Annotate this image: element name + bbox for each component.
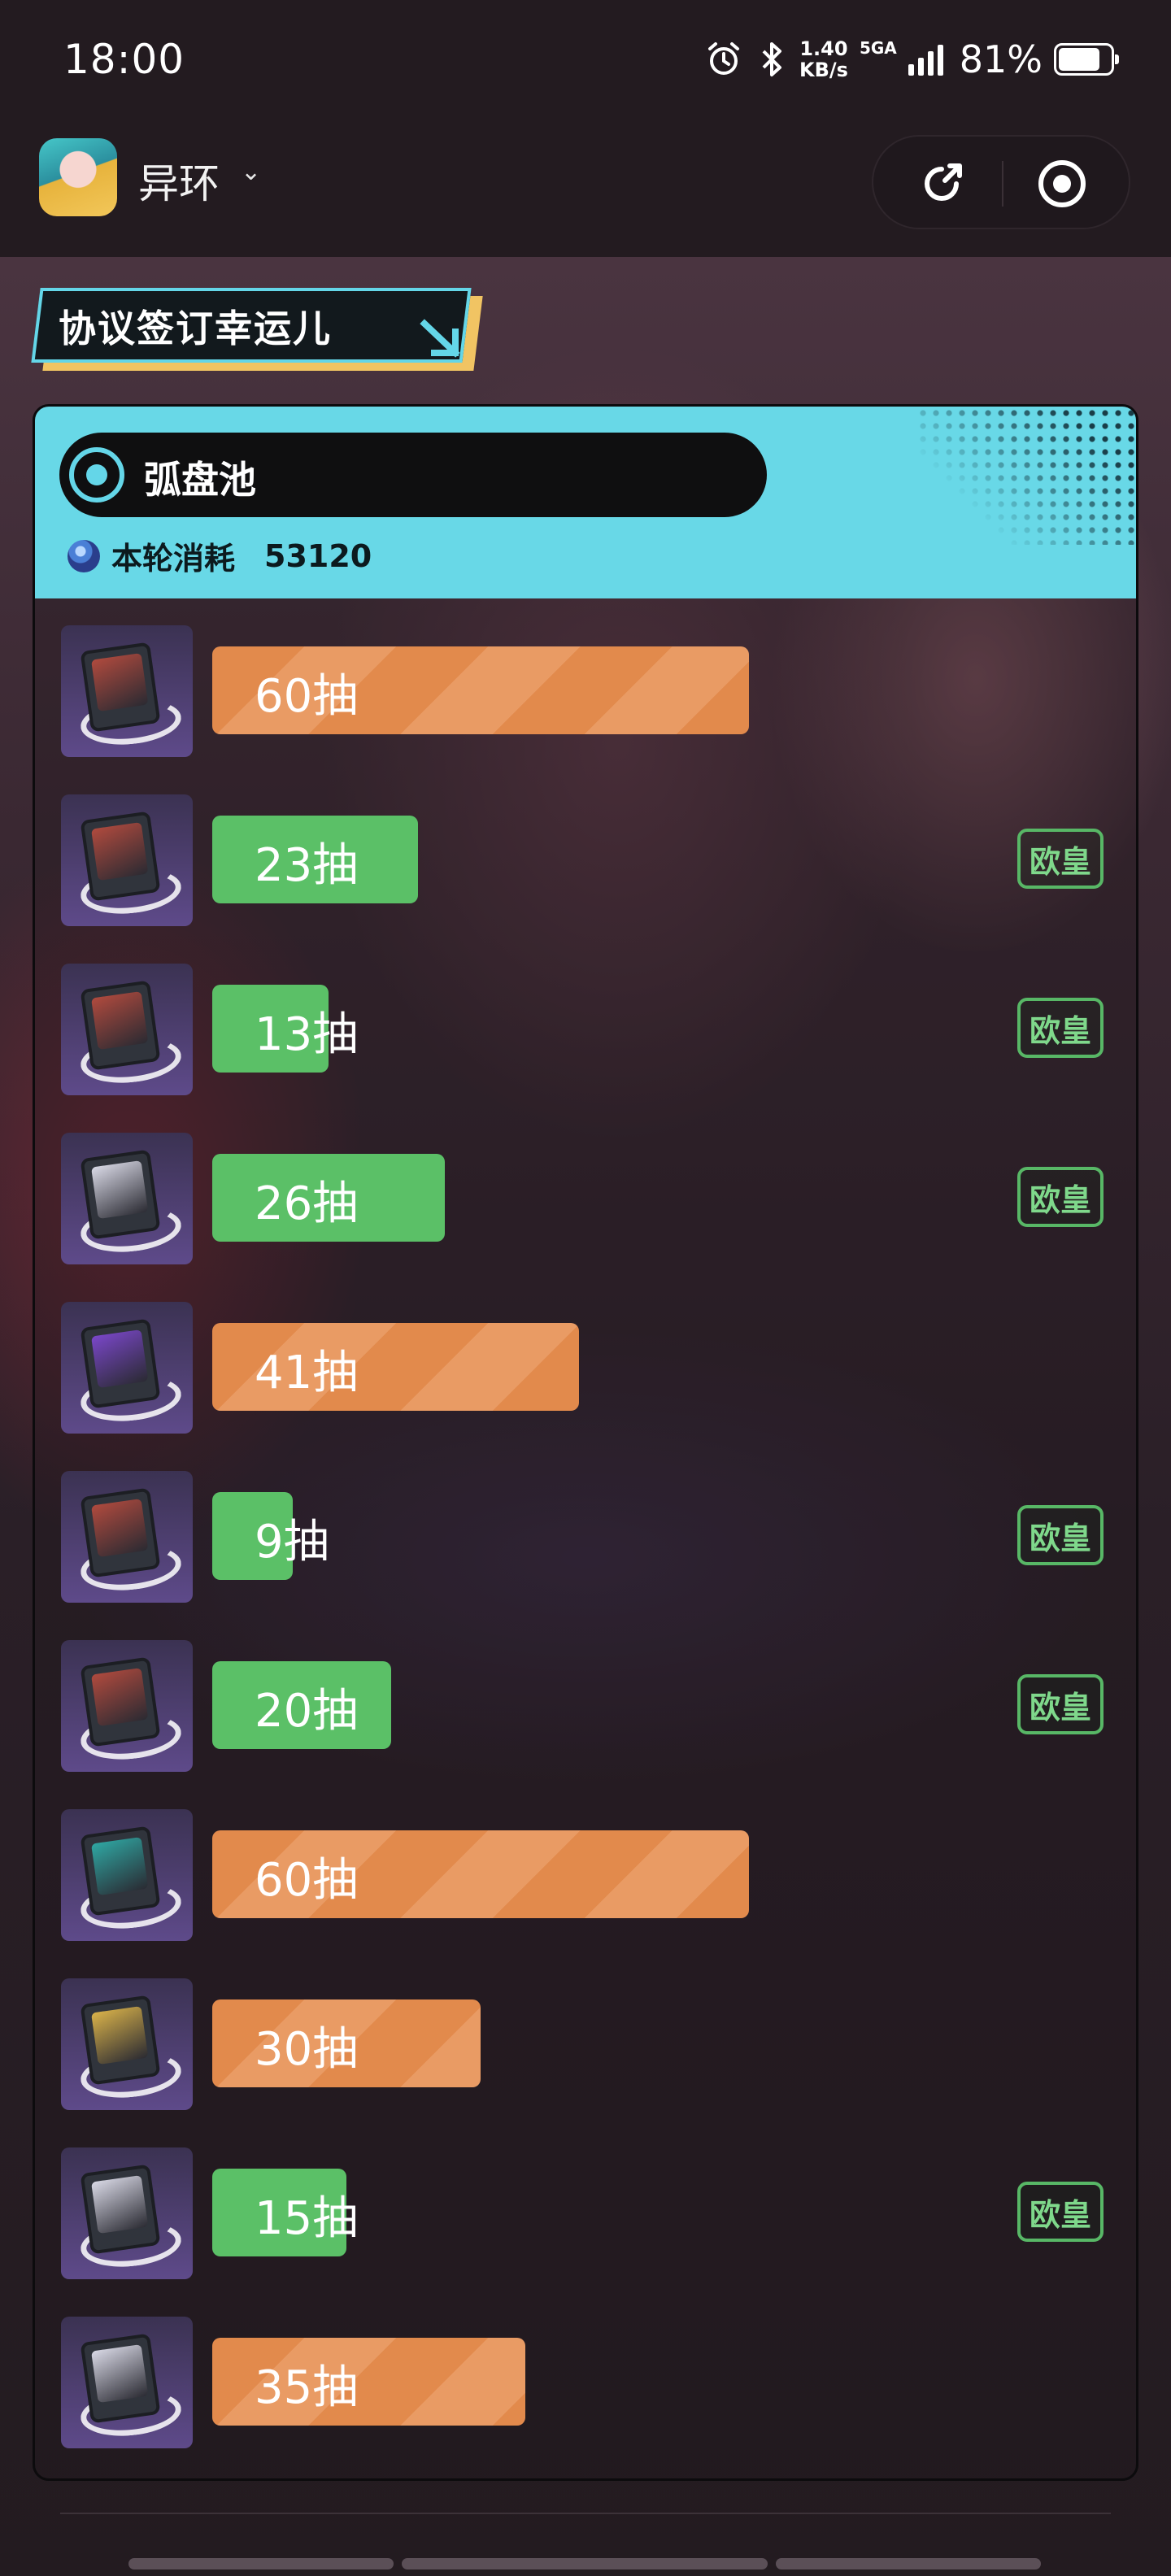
card-art-inner <box>91 1329 149 1389</box>
card-art <box>80 1995 161 2086</box>
pull-count-label: 23抽 <box>255 839 359 892</box>
pull-count-label: 35抽 <box>255 2361 359 2414</box>
scroll-indicator-segment <box>128 2558 394 2569</box>
bottom-divider <box>60 2513 1111 2514</box>
card-art-inner <box>91 1668 149 1727</box>
card-art <box>80 1149 161 1240</box>
card-art <box>80 1487 161 1578</box>
disc-card-thumbnail[interactable] <box>61 1640 193 1772</box>
card-art-inner <box>91 1160 149 1220</box>
pull-count-label: 13抽 <box>255 1008 359 1061</box>
lucky-badge: 欧皇 <box>1017 829 1104 889</box>
scroll-indicator-segment <box>402 2558 768 2569</box>
pull-record-card: 弧盘池 本轮消耗 53120 60抽 23抽 欧皇 13抽 欧皇 26抽 欧皇 41抽 9抽 欧皇… <box>33 404 1138 2481</box>
pull-row: 13抽 欧皇 <box>35 964 1136 1095</box>
section-banner: 协议签订幸运儿 <box>31 288 483 372</box>
cost-value: 53120 <box>264 537 372 574</box>
arrow-down-right-icon <box>420 319 460 358</box>
pull-row: 60抽 <box>35 625 1136 757</box>
pull-row: 9抽 欧皇 <box>35 1471 1136 1603</box>
capsule-divider <box>1002 161 1003 207</box>
halftone-decoration <box>916 407 1136 545</box>
card-art <box>80 2333 161 2424</box>
card-art <box>80 642 161 733</box>
pull-count-label: 41抽 <box>255 1347 359 1399</box>
currency-orb-icon <box>67 539 100 572</box>
card-header: 弧盘池 本轮消耗 53120 <box>35 407 1136 598</box>
pull-row: 20抽 欧皇 <box>35 1640 1136 1772</box>
card-art <box>80 2164 161 2255</box>
card-art-inner <box>91 991 149 1051</box>
pull-row: 23抽 欧皇 <box>35 794 1136 926</box>
card-art <box>80 1825 161 1917</box>
clock: 18:00 <box>63 36 185 83</box>
pull-row: 15抽 欧皇 <box>35 2147 1136 2279</box>
card-art-inner <box>91 822 149 881</box>
app-icon[interactable] <box>39 138 117 216</box>
card-art <box>80 1656 161 1747</box>
app-bar: 异环 ⌄ <box>0 130 1171 257</box>
battery-percent: 81% <box>959 37 1043 81</box>
lucky-badge: 欧皇 <box>1017 1505 1104 1565</box>
pull-count-label: 15抽 <box>255 2192 359 2245</box>
disc-card-thumbnail[interactable] <box>61 794 193 926</box>
disc-card-thumbnail[interactable] <box>61 1133 193 1264</box>
pull-row: 60抽 <box>35 1809 1136 1941</box>
cost-row: 本轮消耗 53120 <box>67 533 372 578</box>
pull-count-label: 26抽 <box>255 1177 359 1230</box>
net-speed-value: 1.40 <box>799 37 848 60</box>
battery-icon <box>1054 43 1119 76</box>
lucky-badge: 欧皇 <box>1017 1167 1104 1227</box>
card-art-inner <box>91 1499 149 1558</box>
scroll-indicator-segment <box>776 2558 1041 2569</box>
card-art-inner <box>91 2175 149 2234</box>
pull-count-label: 9抽 <box>255 1516 329 1569</box>
pull-row: 35抽 <box>35 2317 1136 2448</box>
disc-card-thumbnail[interactable] <box>61 2147 193 2279</box>
close-target-icon[interactable] <box>1036 158 1088 210</box>
status-bar: 18:00 1.40 KB/s 5GA 81% <box>0 0 1171 130</box>
disc-card-thumbnail[interactable] <box>61 964 193 1095</box>
cost-label: 本轮消耗 <box>111 541 236 577</box>
mini-program-capsule <box>872 135 1130 229</box>
card-art <box>80 1318 161 1409</box>
pool-pill: 弧盘池 <box>59 433 767 517</box>
disc-card-thumbnail[interactable] <box>61 1471 193 1603</box>
share-icon[interactable] <box>916 158 968 210</box>
disc-card-thumbnail[interactable] <box>61 1302 193 1434</box>
disc-card-thumbnail[interactable] <box>61 1978 193 2110</box>
pull-count-label: 60抽 <box>255 1854 359 1907</box>
pull-count-label: 60抽 <box>255 670 359 723</box>
lucky-badge: 欧皇 <box>1017 998 1104 1058</box>
disc-card-thumbnail[interactable] <box>61 625 193 757</box>
pull-count-label: 30抽 <box>255 2023 359 2076</box>
network-speed: 1.40 KB/s <box>799 38 848 80</box>
pull-row: 41抽 <box>35 1302 1136 1434</box>
disc-card-thumbnail[interactable] <box>61 1809 193 1941</box>
card-art <box>80 811 161 902</box>
pull-row: 30抽 <box>35 1978 1136 2110</box>
card-art <box>80 980 161 1071</box>
status-icons: 1.40 KB/s 5GA 81% <box>703 37 1119 81</box>
signal-label: 5GA <box>859 38 897 58</box>
disc-card-thumbnail[interactable] <box>61 2317 193 2448</box>
target-ring-icon <box>69 447 124 503</box>
card-art-inner <box>91 1837 149 1896</box>
pool-name: 弧盘池 <box>144 458 256 502</box>
net-speed-unit: KB/s <box>799 59 848 81</box>
bluetooth-icon <box>762 42 781 76</box>
card-art-inner <box>91 2006 149 2065</box>
pull-row: 26抽 欧皇 <box>35 1133 1136 1264</box>
lucky-badge: 欧皇 <box>1017 1674 1104 1734</box>
card-art-inner <box>91 653 149 712</box>
lucky-badge: 欧皇 <box>1017 2182 1104 2242</box>
chevron-down-icon[interactable]: ⌄ <box>241 158 261 186</box>
signal-icon <box>908 43 943 76</box>
card-art-inner <box>91 2344 149 2404</box>
app-title[interactable]: 异环 <box>138 151 220 210</box>
banner-title: 协议签订幸运儿 <box>59 307 332 350</box>
pull-count-label: 20抽 <box>255 1685 359 1738</box>
alarm-icon <box>707 42 739 75</box>
